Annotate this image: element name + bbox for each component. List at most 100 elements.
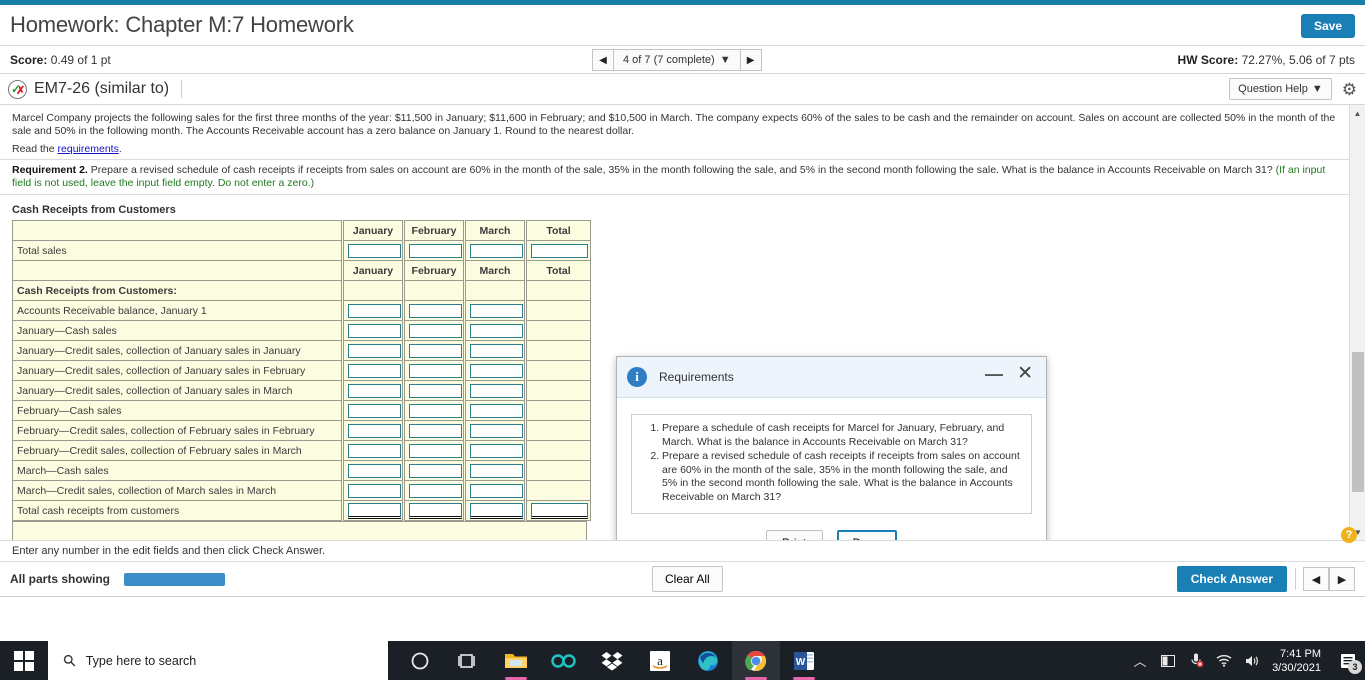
input-cell[interactable]	[463, 420, 526, 441]
input-cell[interactable]	[463, 480, 526, 501]
wifi-icon[interactable]	[1210, 641, 1238, 680]
worksheet-input[interactable]	[348, 483, 401, 498]
input-cell[interactable]	[463, 360, 526, 381]
input-cell[interactable]	[341, 380, 404, 401]
worksheet-input[interactable]	[348, 243, 401, 258]
input-cell[interactable]	[402, 400, 465, 421]
worksheet-input[interactable]	[409, 463, 462, 478]
done-button[interactable]: Done	[836, 530, 898, 540]
worksheet-input[interactable]	[470, 403, 523, 418]
task-view-icon[interactable]	[444, 641, 492, 680]
worksheet-input[interactable]	[409, 243, 462, 258]
amazon-icon[interactable]: a	[636, 641, 684, 680]
worksheet-input[interactable]	[348, 443, 401, 458]
input-cell[interactable]	[341, 400, 404, 421]
worksheet-input[interactable]	[470, 443, 523, 458]
input-cell[interactable]	[341, 420, 404, 441]
input-cell[interactable]	[402, 480, 465, 501]
worksheet-input[interactable]	[409, 363, 462, 378]
worksheet-input[interactable]	[348, 383, 401, 398]
show-hidden-icons-icon[interactable]: ︿	[1126, 641, 1154, 680]
check-answer-button[interactable]: Check Answer	[1176, 566, 1287, 592]
worksheet-input[interactable]	[470, 303, 523, 318]
cortana-icon[interactable]	[396, 641, 444, 680]
worksheet-input[interactable]	[409, 343, 462, 358]
question-selector[interactable]: 4 of 7 (7 complete) ▼	[614, 49, 740, 71]
input-cell[interactable]	[402, 320, 465, 341]
worksheet-input[interactable]	[348, 343, 401, 358]
file-explorer-icon[interactable]	[492, 641, 540, 680]
worksheet-input[interactable]	[409, 403, 462, 418]
worksheet-input[interactable]	[470, 383, 523, 398]
input-cell[interactable]	[402, 440, 465, 461]
footer-prev-button[interactable]: ◀	[1303, 567, 1329, 591]
worksheet-total-input[interactable]	[470, 502, 523, 519]
requirements-link[interactable]: requirements	[58, 143, 119, 155]
input-cell[interactable]	[402, 340, 465, 361]
input-cell[interactable]	[463, 300, 526, 321]
worksheet-input[interactable]	[531, 243, 588, 258]
input-cell[interactable]	[341, 340, 404, 361]
microphone-muted-icon[interactable]	[1182, 641, 1210, 680]
volume-icon[interactable]	[1238, 641, 1266, 680]
worksheet-input[interactable]	[409, 303, 462, 318]
display-icon[interactable]	[1154, 641, 1182, 680]
worksheet-input[interactable]	[470, 343, 523, 358]
worksheet-input[interactable]	[348, 363, 401, 378]
input-cell[interactable]	[524, 240, 591, 261]
start-button[interactable]	[0, 641, 48, 680]
input-cell[interactable]	[341, 320, 404, 341]
chrome-icon[interactable]	[732, 641, 780, 680]
content-scrollbar[interactable]: ▲ ▼	[1349, 105, 1365, 540]
input-cell[interactable]	[463, 340, 526, 361]
next-question-button[interactable]: ▶	[739, 49, 762, 71]
minimize-icon[interactable]: —	[985, 365, 1003, 383]
worksheet-input[interactable]	[470, 483, 523, 498]
gear-icon[interactable]: ⚙	[1342, 81, 1357, 98]
worksheet-input[interactable]	[409, 323, 462, 338]
worksheet-input[interactable]	[409, 443, 462, 458]
input-cell[interactable]	[341, 300, 404, 321]
input-cell[interactable]	[463, 460, 526, 481]
total-cell[interactable]	[524, 500, 591, 521]
scrollbar-thumb[interactable]	[1352, 352, 1364, 492]
scroll-up-button[interactable]: ▲	[1350, 105, 1365, 121]
input-cell[interactable]	[402, 300, 465, 321]
word-icon[interactable]: W	[780, 641, 828, 680]
edge-icon[interactable]	[684, 641, 732, 680]
worksheet-input[interactable]	[348, 463, 401, 478]
worksheet-input[interactable]	[348, 403, 401, 418]
worksheet-input[interactable]	[348, 323, 401, 338]
input-cell[interactable]	[341, 440, 404, 461]
total-cell[interactable]	[341, 500, 404, 521]
clock[interactable]: 7:41 PM 3/30/2021	[1266, 647, 1331, 675]
worksheet-input[interactable]	[409, 383, 462, 398]
input-cell[interactable]	[341, 460, 404, 481]
worksheet-input[interactable]	[348, 423, 401, 438]
input-cell[interactable]	[463, 400, 526, 421]
input-cell[interactable]	[463, 320, 526, 341]
office-lens-icon[interactable]	[540, 641, 588, 680]
worksheet-input[interactable]	[409, 483, 462, 498]
total-cell[interactable]	[463, 500, 526, 521]
help-icon[interactable]: ?	[1341, 527, 1357, 543]
worksheet-total-input[interactable]	[531, 502, 588, 519]
footer-next-button[interactable]: ▶	[1329, 567, 1355, 591]
save-button[interactable]: Save	[1300, 14, 1355, 38]
print-button[interactable]: Print	[765, 530, 823, 540]
close-icon[interactable]: ✕	[1017, 362, 1033, 385]
input-cell[interactable]	[463, 240, 526, 261]
worksheet-total-input[interactable]	[348, 502, 401, 519]
worksheet-input[interactable]	[348, 303, 401, 318]
input-cell[interactable]	[463, 440, 526, 461]
search-input[interactable]: ⚲ Type here to search	[48, 641, 388, 680]
prev-question-button[interactable]: ◀	[592, 49, 614, 71]
input-cell[interactable]	[402, 240, 465, 261]
total-cell[interactable]	[402, 500, 465, 521]
worksheet-total-input[interactable]	[409, 502, 462, 519]
worksheet-input[interactable]	[470, 363, 523, 378]
input-cell[interactable]	[341, 480, 404, 501]
worksheet-input[interactable]	[470, 243, 523, 258]
worksheet-input[interactable]	[409, 423, 462, 438]
dropbox-icon[interactable]	[588, 641, 636, 680]
